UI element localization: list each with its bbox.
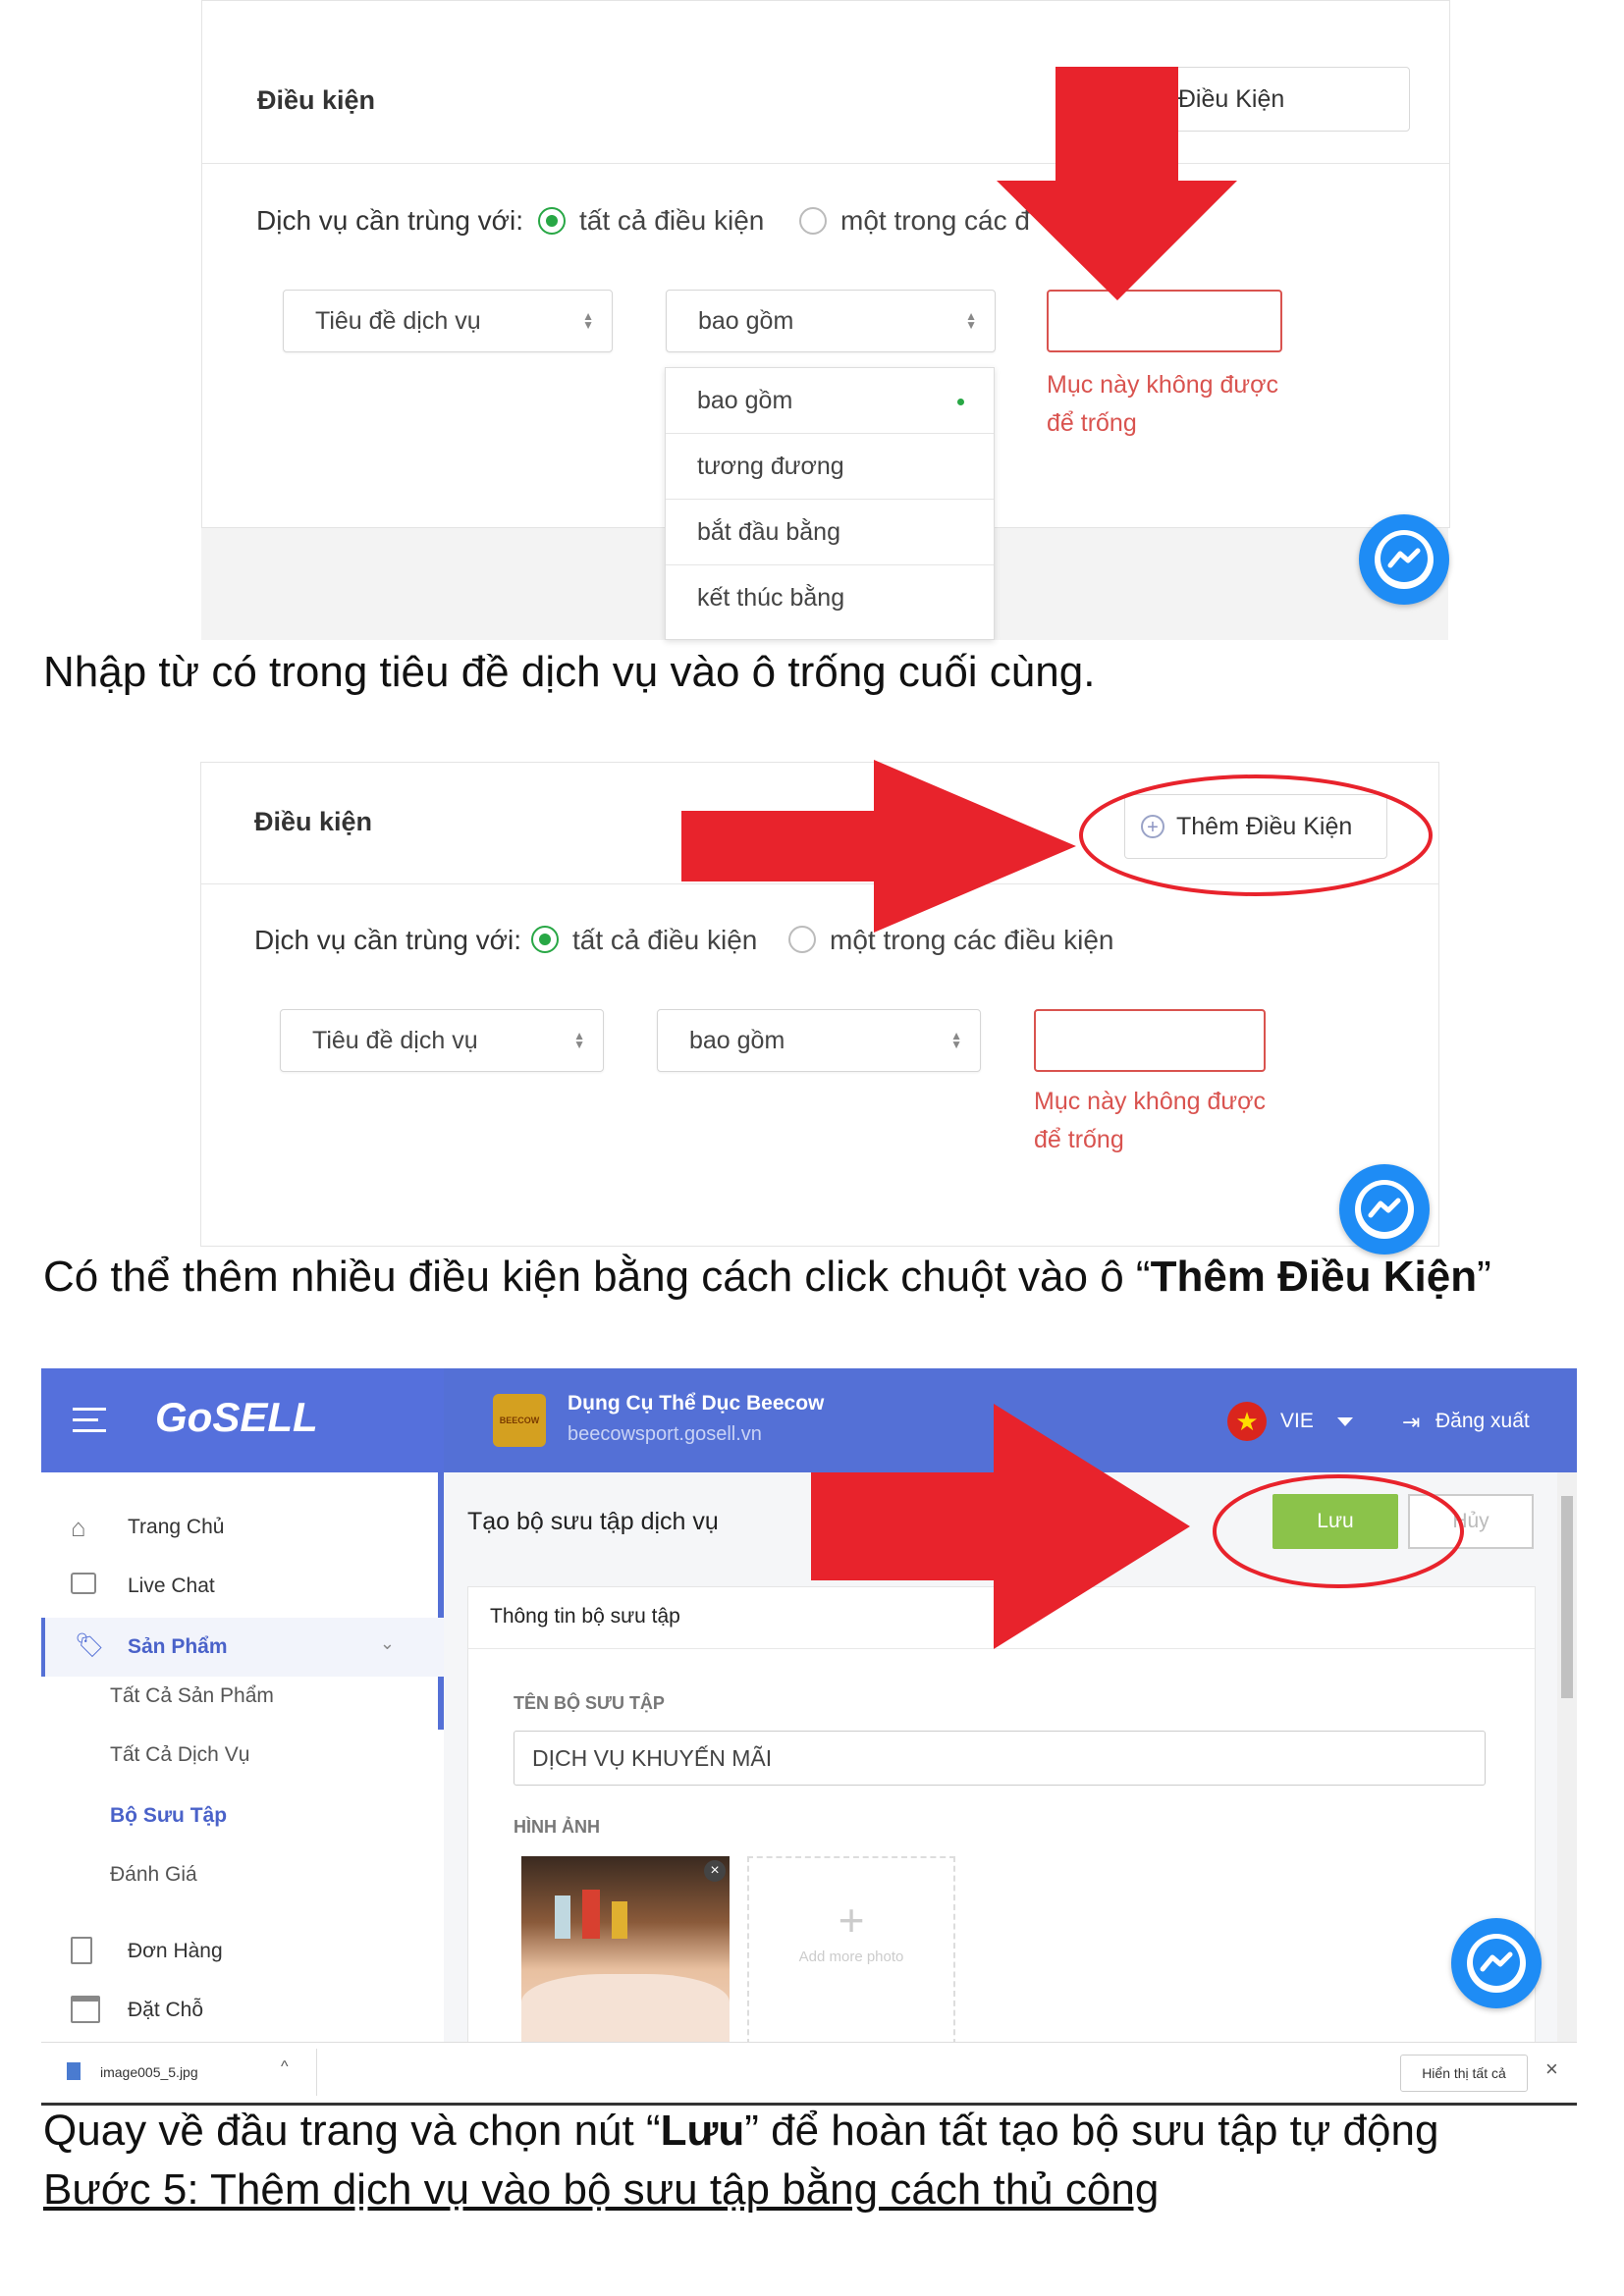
- red-arrow-right: [681, 760, 1076, 933]
- divider: [202, 163, 1449, 164]
- selected-dot-icon: [957, 399, 964, 405]
- red-circle-highlight: [1213, 1474, 1464, 1588]
- radio-all-label: tất cả điều kiện: [579, 205, 765, 236]
- sort-arrows-icon: ▲ ▼: [950, 1029, 962, 1051]
- messenger-icon[interactable]: [1339, 1164, 1430, 1255]
- section-title: Thông tin bộ sưu tập: [490, 1605, 680, 1628]
- sidebar-item-all-services[interactable]: Tất Cả Dịch Vụ: [110, 1743, 249, 1767]
- dropdown-option[interactable]: bắt đầu bằng: [666, 500, 994, 565]
- error-line-2: để trống: [1034, 1126, 1124, 1153]
- download-bar: image005_5.jpg ^ Hiển thị tất cả ×: [41, 2042, 1577, 2104]
- red-arrow-down: [997, 67, 1237, 300]
- field-select[interactable]: Tiêu đề dịch vụ ▲ ▼: [283, 290, 613, 352]
- messenger-icon[interactable]: [1359, 514, 1449, 605]
- collection-name-input[interactable]: DỊCH VỤ KHUYẾN MÃI: [514, 1731, 1486, 1786]
- conditions-title: Điều kiện: [254, 807, 373, 836]
- store-name: Dụng Cụ Thể Dục Beecow: [568, 1392, 825, 1415]
- dropdown-option[interactable]: kết thúc bằng: [666, 565, 994, 631]
- conditions-title: Điều kiện: [257, 85, 376, 115]
- radio-all-conditions[interactable]: [531, 926, 559, 953]
- scrollbar-thumb[interactable]: [1561, 1496, 1573, 1698]
- remove-image-icon[interactable]: ×: [704, 1860, 726, 1882]
- field-select-value: Tiêu đề dịch vụ: [312, 1026, 478, 1054]
- sidebar-item-booking[interactable]: Đặt Chỗ: [41, 1981, 444, 2040]
- store-url: beecowsport.gosell.vn: [568, 1423, 762, 1445]
- language-label[interactable]: VIE: [1280, 1410, 1314, 1433]
- caption-3: Quay về đầu trang và chọn nút “Lưu” để h…: [43, 2107, 1439, 2155]
- home-icon: ⌂: [71, 1513, 86, 1542]
- dropdown-option[interactable]: tương đương: [666, 434, 994, 500]
- logout-icon[interactable]: ⇥: [1402, 1410, 1420, 1435]
- divider: [316, 2049, 317, 2096]
- sidebar-label: Live Chat: [128, 1575, 215, 1597]
- field-select[interactable]: Tiêu đề dịch vụ ▲ ▼: [280, 1009, 604, 1072]
- sidebar-item-home[interactable]: ⌂ Trang Chủ: [41, 1498, 444, 1557]
- add-photo-label: Add more photo: [798, 1949, 904, 1965]
- sidebar-label: Trang Chủ: [128, 1516, 225, 1538]
- field-select-value: Tiêu đề dịch vụ: [315, 306, 481, 335]
- calendar-icon: [71, 1996, 100, 2023]
- error-line-2: để trống: [1047, 409, 1137, 437]
- operator-select-value: bao gồm: [698, 306, 794, 335]
- messenger-icon[interactable]: [1451, 1918, 1542, 2008]
- chevron-down-icon: ⌄: [379, 1633, 395, 1653]
- match-label: Dịch vụ cần trùng với:: [256, 205, 524, 236]
- collection-info-card: Thông tin bộ sưu tập TÊN BỘ SƯU TẬP DỊCH…: [467, 1586, 1536, 2046]
- error-message: Mục này không được để trống: [1047, 366, 1278, 443]
- store-logo: BEECOW: [493, 1394, 546, 1447]
- chevron-up-icon[interactable]: ^: [281, 2058, 289, 2076]
- page-title: Tạo bộ sưu tập dịch vụ: [467, 1508, 719, 1535]
- hamburger-icon[interactable]: [73, 1408, 106, 1433]
- operator-dropdown: bao gồm tương đương bắt đầu bằng kết thú…: [665, 367, 995, 640]
- sidebar-item-all-products[interactable]: Tất Cả Sản Phẩm: [110, 1684, 274, 1708]
- caption-2: Có thể thêm nhiều điều kiện bằng cách cl…: [43, 1253, 1491, 1301]
- red-arrow-right: [811, 1404, 1190, 1649]
- close-icon[interactable]: ×: [1545, 2056, 1558, 2082]
- sidebar-item-live-chat[interactable]: Live Chat: [41, 1557, 444, 1616]
- download-filename[interactable]: image005_5.jpg: [100, 2064, 198, 2080]
- sidebar-item-reviews[interactable]: Đánh Giá: [110, 1863, 197, 1887]
- red-circle-highlight: [1079, 774, 1433, 896]
- image-file-icon: [67, 2062, 81, 2080]
- sort-arrows-icon: ▲ ▼: [582, 309, 594, 332]
- step-5-heading: Bước 5: Thêm dịch vụ vào bộ sưu tập bằng…: [43, 2165, 1160, 2214]
- collection-image: [521, 1856, 730, 2045]
- sidebar-label: Sản Phẩm: [128, 1635, 228, 1658]
- sidebar-item-collections[interactable]: Bộ Sưu Tập: [110, 1804, 227, 1828]
- match-label: Dịch vụ cần trùng với:: [254, 925, 522, 955]
- bottom-border: [41, 2103, 1577, 2106]
- sidebar-item-products[interactable]: 🏷 Sản Phẩm ⌄: [41, 1618, 444, 1677]
- radio-any-condition[interactable]: [799, 207, 827, 235]
- error-line-1: Mục này không được: [1034, 1088, 1267, 1115]
- error-line-1: Mục này không được: [1047, 371, 1279, 399]
- logout-label[interactable]: Đăng xuất: [1435, 1410, 1530, 1433]
- sort-arrows-icon: ▲ ▼: [965, 309, 977, 332]
- caret-down-icon[interactable]: [1337, 1417, 1353, 1426]
- sidebar-label: Đặt Chỗ: [128, 1999, 204, 2021]
- receipt-icon: [71, 1937, 92, 1964]
- operator-select[interactable]: bao gồm ▲ ▼: [666, 290, 996, 352]
- tag-icon: 🏷: [75, 1632, 105, 1659]
- scrollbar[interactable]: [1557, 1472, 1577, 2042]
- name-label: TÊN BỘ SƯU TẬP: [514, 1693, 665, 1713]
- plus-icon: +: [838, 1895, 865, 1946]
- operator-select[interactable]: bao gồm ▲ ▼: [657, 1009, 981, 1072]
- sidebar-item-orders[interactable]: Đơn Hàng: [41, 1922, 444, 1981]
- vietnam-flag-icon: ★: [1227, 1402, 1267, 1441]
- chat-icon: [71, 1573, 96, 1594]
- value-input[interactable]: [1034, 1009, 1266, 1072]
- show-all-button[interactable]: Hiển thị tất cả: [1400, 2055, 1528, 2092]
- operator-select-value: bao gồm: [689, 1026, 785, 1054]
- error-message: Mục này không được để trống: [1034, 1083, 1266, 1159]
- caption-1: Nhập từ có trong tiêu đề dịch vụ vào ô t…: [43, 648, 1096, 696]
- add-photo-dropzone[interactable]: + Add more photo: [747, 1856, 955, 2045]
- image-label: HÌNH ẢNH: [514, 1817, 600, 1837]
- radio-all-conditions[interactable]: [538, 207, 566, 235]
- gosell-logo: GoSELL: [155, 1394, 318, 1440]
- sidebar-label: Đơn Hàng: [128, 1940, 223, 1962]
- sort-arrows-icon: ▲ ▼: [573, 1029, 585, 1051]
- dropdown-option[interactable]: bao gồm: [666, 368, 994, 434]
